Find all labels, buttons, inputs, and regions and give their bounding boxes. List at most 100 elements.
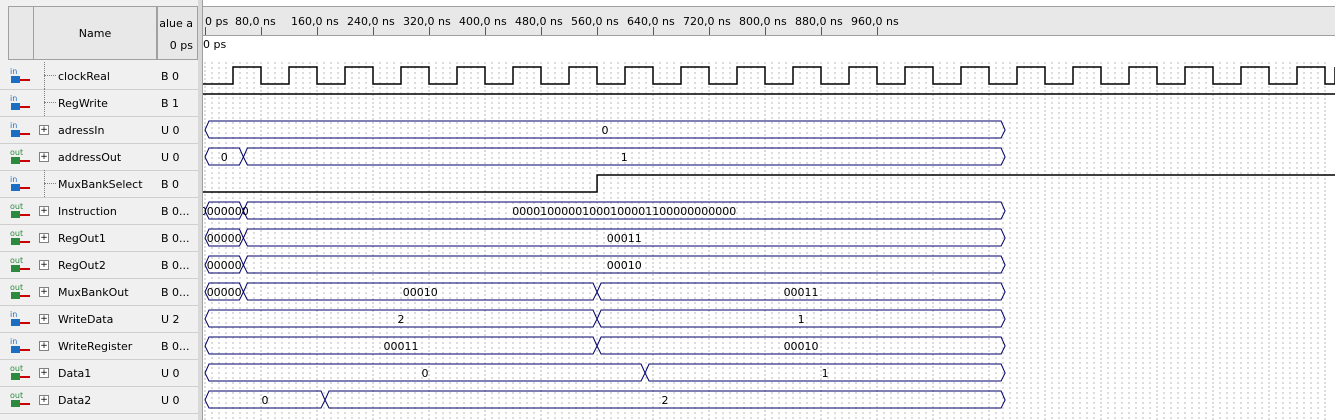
in-pin-icon: in bbox=[8, 309, 34, 329]
signal-value: B 0 bbox=[161, 70, 180, 83]
bus-value-label: 0 bbox=[602, 124, 609, 137]
svg-text:in: in bbox=[10, 121, 17, 130]
value-column-header-label: alue a bbox=[159, 17, 193, 30]
signal-row-instruction[interactable]: out + Instruction B 0... bbox=[0, 197, 198, 224]
signal-row-regwrite[interactable]: in RegWrite B 1 bbox=[0, 89, 198, 116]
svg-text:out: out bbox=[10, 364, 23, 373]
expand-icon[interactable]: + bbox=[39, 206, 49, 216]
expand-icon[interactable]: + bbox=[39, 125, 49, 135]
bus-value-label: 00000 bbox=[207, 286, 242, 299]
bus-value-label: 0000000 bbox=[203, 205, 249, 218]
signal-row-adressin[interactable]: in + adressIn U 0 bbox=[0, 116, 198, 143]
in-pin-icon: in bbox=[8, 66, 34, 86]
svg-text:out: out bbox=[10, 229, 23, 238]
clock-waveform bbox=[203, 66, 1335, 85]
signal-name: clockReal bbox=[58, 70, 110, 83]
name-column-header-label: Name bbox=[78, 26, 112, 40]
signal-row-clockreal[interactable]: in clockReal B 0 bbox=[0, 62, 198, 89]
tree-line bbox=[44, 102, 56, 103]
tree-line bbox=[44, 183, 56, 184]
waveform-pane[interactable]: 0 ps 80,0 ns 160,0 ns 240,0 ns 320,0 ns 400,0… bbox=[203, 0, 1335, 420]
signal-name: MuxBankSelect bbox=[58, 178, 143, 191]
expand-icon[interactable]: + bbox=[39, 395, 49, 405]
signal-value: U 0 bbox=[161, 394, 180, 407]
signal-name: MuxBankOut bbox=[58, 286, 129, 299]
value-column-header-time: 0 ps bbox=[169, 39, 193, 52]
signal-value: B 1 bbox=[161, 97, 180, 110]
signal-row-writeregister[interactable]: in + WriteRegister B 0... bbox=[0, 332, 198, 359]
signal-name: Data2 bbox=[58, 394, 92, 407]
bus-value-label: 00001000001000100001100000000000 bbox=[512, 205, 736, 218]
bus-value-label: 1 bbox=[822, 367, 829, 380]
signal-name: addressOut bbox=[58, 151, 122, 164]
name-column-header[interactable]: Name bbox=[33, 6, 157, 60]
out-pin-icon: out bbox=[8, 282, 34, 302]
svg-text:out: out bbox=[10, 283, 23, 292]
signal-row-muxbankout[interactable]: out + MuxBankOut B 0... bbox=[0, 278, 198, 305]
signal-name: adressIn bbox=[58, 124, 105, 137]
signal-name: RegWrite bbox=[58, 97, 108, 110]
in-pin-icon: in bbox=[8, 93, 34, 113]
bus-value-label: 2 bbox=[398, 313, 405, 326]
signal-row-muxbankselect[interactable]: in MuxBankSelect B 0 bbox=[0, 170, 198, 197]
svg-text:out: out bbox=[10, 202, 23, 211]
bus-value-label: 0 bbox=[262, 394, 269, 407]
expand-icon[interactable]: + bbox=[39, 368, 49, 378]
value-column-header[interactable]: alue a 0 ps bbox=[157, 6, 198, 60]
bus-value-label: 0 bbox=[422, 367, 429, 380]
bus-value-label: 00000 bbox=[207, 232, 242, 245]
svg-text:in: in bbox=[10, 175, 17, 184]
out-pin-icon: out bbox=[8, 147, 34, 167]
signal-name: WriteData bbox=[58, 313, 114, 326]
bus-value-label: 00010 bbox=[784, 340, 819, 353]
waveform-canvas[interactable]: 00 10000000 000010000010001000011000000000… bbox=[203, 0, 1335, 420]
bus-value-label: 00000 bbox=[207, 259, 242, 272]
bus-value-label: 1 bbox=[621, 151, 628, 164]
signal-row-addressout[interactable]: out + addressOut U 0 bbox=[0, 143, 198, 170]
out-pin-icon: out bbox=[8, 255, 34, 275]
header-icon-column bbox=[8, 6, 34, 60]
expand-icon[interactable]: + bbox=[39, 233, 49, 243]
expand-icon[interactable]: + bbox=[39, 152, 49, 162]
bus-value-label: 2 bbox=[662, 394, 669, 407]
out-pin-icon: out bbox=[8, 201, 34, 221]
waveform-viewer: Name alue a 0 ps in clockReal B 0 in RegW… bbox=[0, 0, 1335, 420]
signal-value: U 0 bbox=[161, 367, 180, 380]
svg-text:in: in bbox=[10, 337, 17, 346]
signal-name: RegOut2 bbox=[58, 259, 106, 272]
signal-value: U 0 bbox=[161, 151, 180, 164]
signal-name: Data1 bbox=[58, 367, 92, 380]
svg-text:out: out bbox=[10, 391, 23, 400]
signal-name: WriteRegister bbox=[58, 340, 133, 353]
in-pin-icon: in bbox=[8, 174, 34, 194]
signal-value: B 0 bbox=[161, 178, 180, 191]
signal-value: B 0... bbox=[161, 286, 190, 299]
signal-list-pane: Name alue a 0 ps in clockReal B 0 in RegW… bbox=[0, 0, 199, 420]
in-pin-icon: in bbox=[8, 120, 34, 140]
expand-icon[interactable]: + bbox=[39, 341, 49, 351]
signal-value: B 0... bbox=[161, 340, 190, 353]
signal-row-regout1[interactable]: out + RegOut1 B 0... bbox=[0, 224, 198, 251]
svg-text:in: in bbox=[10, 310, 17, 319]
signal-name: RegOut1 bbox=[58, 232, 106, 245]
expand-icon[interactable]: + bbox=[39, 287, 49, 297]
out-pin-icon: out bbox=[8, 228, 34, 248]
bus-value-label: 00010 bbox=[403, 286, 438, 299]
bus-value-label: 1 bbox=[798, 313, 805, 326]
expand-icon[interactable]: + bbox=[39, 314, 49, 324]
signal-row-data2[interactable]: out + Data2 U 0 bbox=[0, 386, 198, 413]
signal-row-data1[interactable]: out + Data1 U 0 bbox=[0, 359, 198, 386]
signal-row-writedata[interactable]: in + WriteData U 2 bbox=[0, 305, 198, 332]
out-pin-icon: out bbox=[8, 390, 34, 410]
svg-text:in: in bbox=[10, 94, 17, 103]
expand-icon[interactable]: + bbox=[39, 260, 49, 270]
svg-text:in: in bbox=[10, 67, 17, 76]
signal-value: U 2 bbox=[161, 313, 180, 326]
bus-value-label: 00011 bbox=[384, 340, 419, 353]
in-pin-icon: in bbox=[8, 336, 34, 356]
out-pin-icon: out bbox=[8, 363, 34, 383]
svg-text:out: out bbox=[10, 148, 23, 157]
tree-line bbox=[44, 75, 56, 76]
signal-value: B 0... bbox=[161, 205, 190, 218]
signal-row-regout2[interactable]: out + RegOut2 B 0... bbox=[0, 251, 198, 278]
